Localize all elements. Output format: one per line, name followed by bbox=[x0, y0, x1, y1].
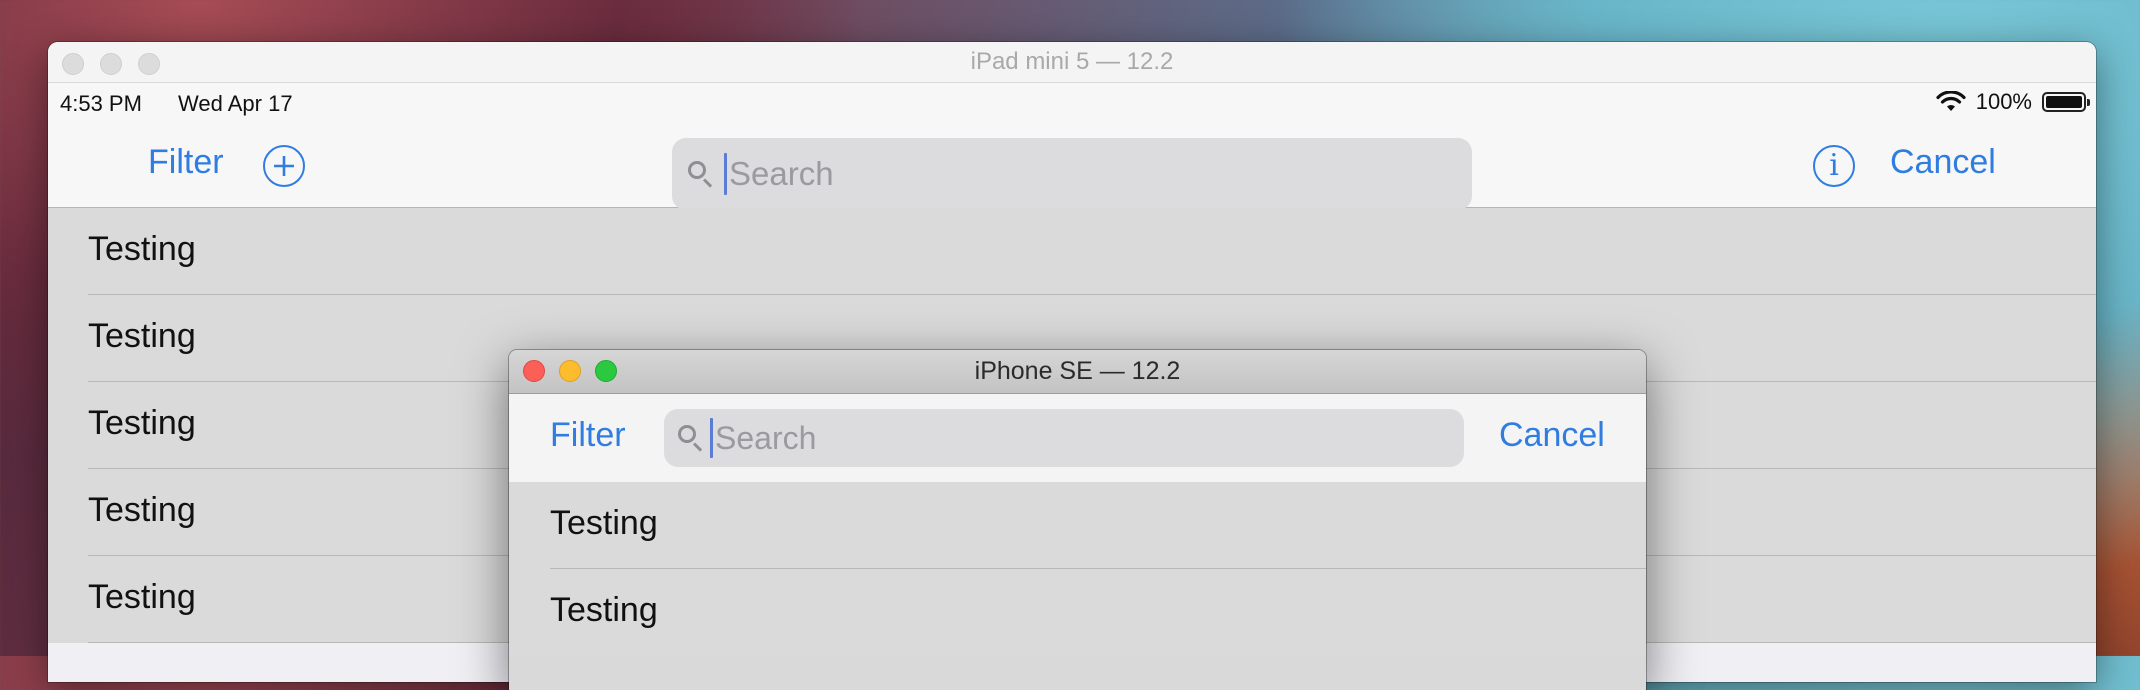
list-item-label: Testing bbox=[88, 230, 196, 268]
list-item-label: Testing bbox=[88, 317, 196, 355]
plus-icon bbox=[274, 156, 294, 176]
list-item-label: Testing bbox=[550, 504, 658, 542]
search-placeholder: Search bbox=[715, 419, 817, 456]
list-item[interactable]: Testing bbox=[509, 482, 1646, 569]
iphone-window-title: iPhone SE — 12.2 bbox=[974, 357, 1181, 385]
ipad-window-titlebar[interactable]: iPad mini 5 — 12.2 bbox=[48, 42, 2096, 83]
info-icon: i bbox=[1829, 148, 1839, 183]
iphone-window-titlebar[interactable]: iPhone SE — 12.2 bbox=[509, 350, 1646, 394]
cancel-button[interactable]: Cancel bbox=[1890, 143, 1996, 182]
list-item-label: Testing bbox=[88, 491, 196, 529]
list-item[interactable]: Testing bbox=[509, 569, 1646, 656]
iphone-simulator-window[interactable]: iPhone SE — 12.2 Filter Search Cancel Te… bbox=[509, 350, 1646, 690]
ipad-status-bar: 4:53 PM Wed Apr 17 100% bbox=[48, 83, 2096, 123]
list-item-label: Testing bbox=[88, 578, 196, 616]
iphone-nav-bar: Filter Search Cancel bbox=[509, 394, 1646, 483]
search-placeholder: Search bbox=[729, 155, 834, 192]
status-time: 4:53 PM bbox=[60, 91, 142, 116]
battery-icon bbox=[2042, 92, 2090, 112]
ipad-nav-bar: Filter Search i Cancel bbox=[48, 123, 2096, 210]
search-icon bbox=[686, 159, 716, 189]
filter-button[interactable]: Filter bbox=[148, 143, 224, 182]
filter-button[interactable]: Filter bbox=[550, 416, 626, 455]
list-item[interactable]: Testing bbox=[48, 208, 2096, 295]
add-button[interactable] bbox=[263, 145, 305, 187]
battery-percentage: 100% bbox=[1975, 89, 2032, 114]
list-item-label: Testing bbox=[550, 591, 658, 629]
ipad-search-field[interactable]: Search bbox=[672, 138, 1472, 210]
info-button[interactable]: i bbox=[1813, 145, 1855, 187]
iphone-results-list: Testing Testing bbox=[509, 482, 1646, 656]
wifi-icon bbox=[1936, 91, 1966, 111]
status-date: Wed Apr 17 bbox=[178, 91, 293, 116]
list-item-label: Testing bbox=[88, 404, 196, 442]
iphone-search-field[interactable]: Search bbox=[664, 409, 1464, 467]
text-cursor bbox=[724, 153, 727, 195]
cancel-button[interactable]: Cancel bbox=[1499, 416, 1605, 455]
ipad-window-title: iPad mini 5 — 12.2 bbox=[970, 48, 1174, 75]
search-icon bbox=[676, 423, 706, 453]
text-cursor bbox=[710, 418, 713, 458]
